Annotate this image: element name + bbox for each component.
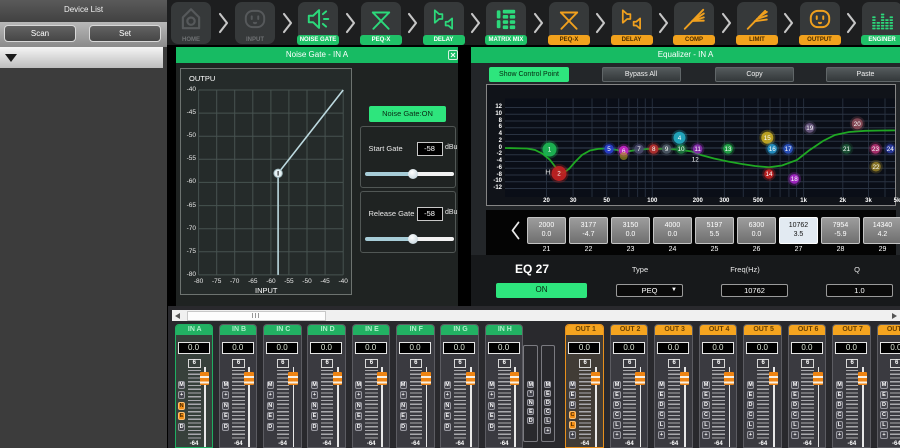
svg-text:2: 2 bbox=[557, 171, 561, 178]
svg-text:12: 12 bbox=[692, 157, 700, 164]
svg-text:7: 7 bbox=[637, 146, 641, 153]
svg-text:20: 20 bbox=[854, 121, 862, 128]
svg-text:8: 8 bbox=[652, 146, 656, 153]
svg-text:22: 22 bbox=[872, 164, 880, 171]
svg-text:16: 16 bbox=[769, 146, 777, 153]
svg-text:23: 23 bbox=[872, 146, 880, 153]
svg-text:9: 9 bbox=[665, 146, 669, 153]
svg-text:21: 21 bbox=[843, 146, 851, 153]
svg-text:4: 4 bbox=[678, 135, 682, 142]
svg-text:14: 14 bbox=[765, 171, 773, 178]
svg-text:1: 1 bbox=[548, 147, 552, 154]
svg-text:H: H bbox=[545, 168, 550, 177]
svg-text:19: 19 bbox=[806, 125, 814, 132]
svg-text:13: 13 bbox=[724, 146, 732, 153]
svg-text:17: 17 bbox=[785, 146, 793, 153]
svg-text:18: 18 bbox=[791, 176, 799, 183]
svg-text:11: 11 bbox=[694, 146, 701, 153]
svg-text:5: 5 bbox=[607, 146, 611, 153]
svg-text:10: 10 bbox=[677, 146, 685, 153]
svg-text:24: 24 bbox=[887, 146, 895, 153]
svg-text:15: 15 bbox=[764, 135, 772, 142]
